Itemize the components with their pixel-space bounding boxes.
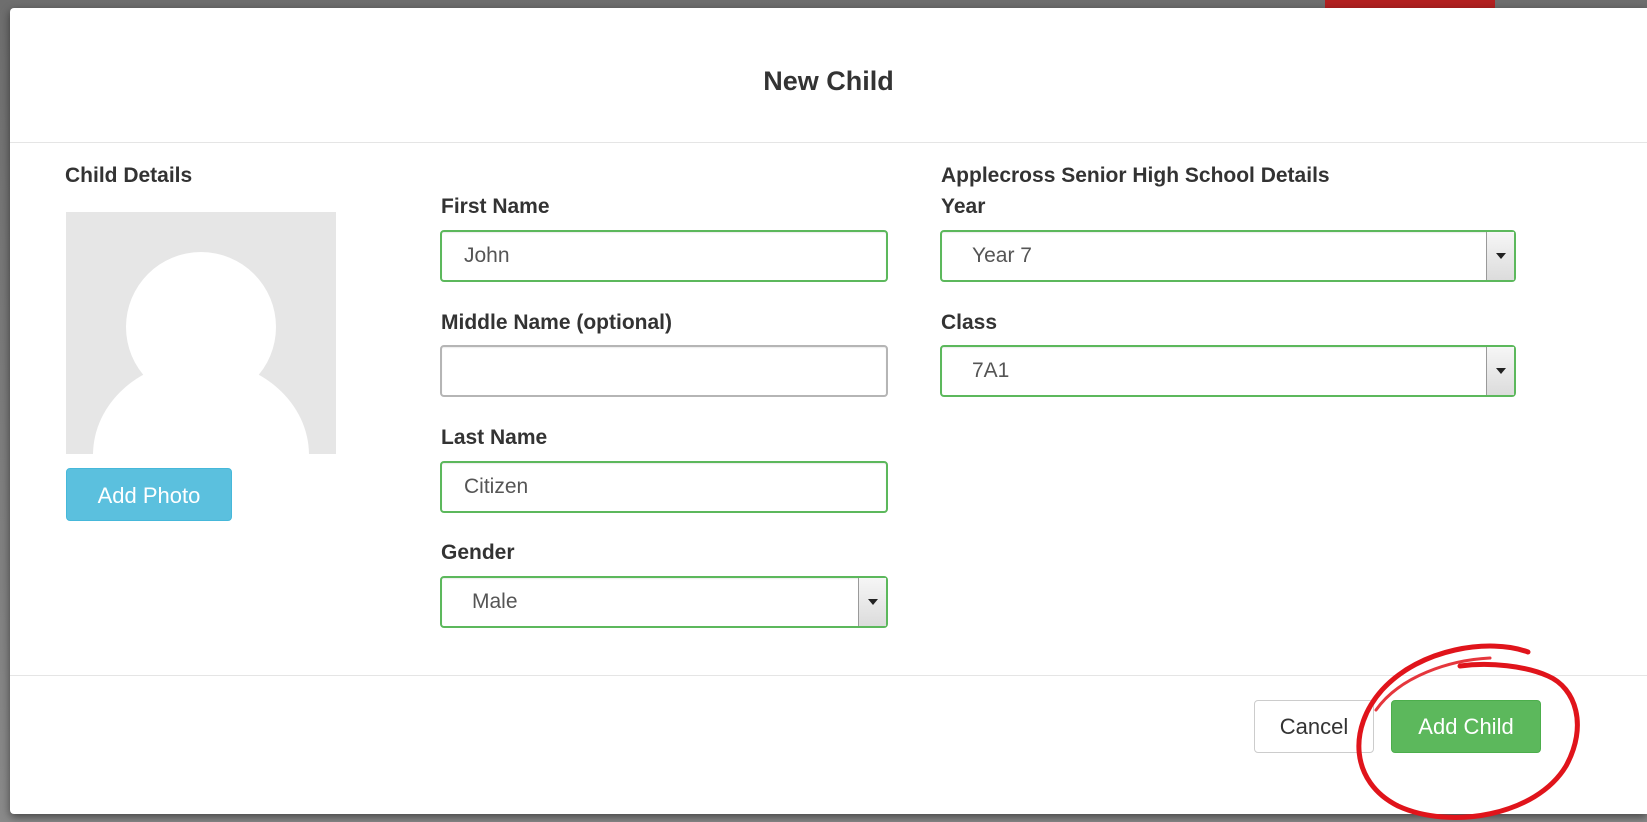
modal-title: New Child xyxy=(763,66,894,96)
class-label: Class xyxy=(941,311,998,334)
add-photo-button[interactable]: Add Photo xyxy=(66,468,232,521)
class-selected-value: 7A1 xyxy=(972,359,1010,382)
chevron-down-icon xyxy=(868,599,878,605)
gender-dropdown-arrow[interactable] xyxy=(858,578,886,626)
year-select[interactable]: Year 7 xyxy=(940,230,1516,282)
last-name-label: Last Name xyxy=(441,426,548,449)
school-details-heading: Applecross Senior High School Details xyxy=(941,164,1330,187)
year-dropdown-arrow[interactable] xyxy=(1486,232,1514,280)
child-details-heading: Child Details xyxy=(65,164,193,187)
last-name-input[interactable]: Citizen xyxy=(440,461,888,513)
avatar-body-shape xyxy=(93,360,309,454)
gender-select[interactable]: Male xyxy=(440,576,888,628)
first-name-input[interactable]: John xyxy=(440,230,888,282)
modal-header: New Child xyxy=(10,8,1647,143)
chevron-down-icon xyxy=(1496,368,1506,374)
year-selected-value: Year 7 xyxy=(972,244,1032,267)
year-label: Year xyxy=(941,195,986,218)
cancel-button[interactable]: Cancel xyxy=(1254,700,1374,753)
gender-label: Gender xyxy=(441,541,515,564)
new-child-modal: New Child Child Details Add Photo First … xyxy=(10,8,1647,814)
middle-name-input[interactable] xyxy=(440,345,888,397)
backdrop-accent xyxy=(1325,0,1495,8)
add-child-button[interactable]: Add Child xyxy=(1391,700,1541,753)
first-name-label: First Name xyxy=(441,195,550,218)
class-dropdown-arrow[interactable] xyxy=(1486,347,1514,395)
middle-name-label: Middle Name (optional) xyxy=(441,311,672,334)
chevron-down-icon xyxy=(1496,253,1506,259)
avatar-placeholder-icon xyxy=(66,212,336,454)
gender-selected-value: Male xyxy=(472,590,518,613)
class-select[interactable]: 7A1 xyxy=(940,345,1516,397)
